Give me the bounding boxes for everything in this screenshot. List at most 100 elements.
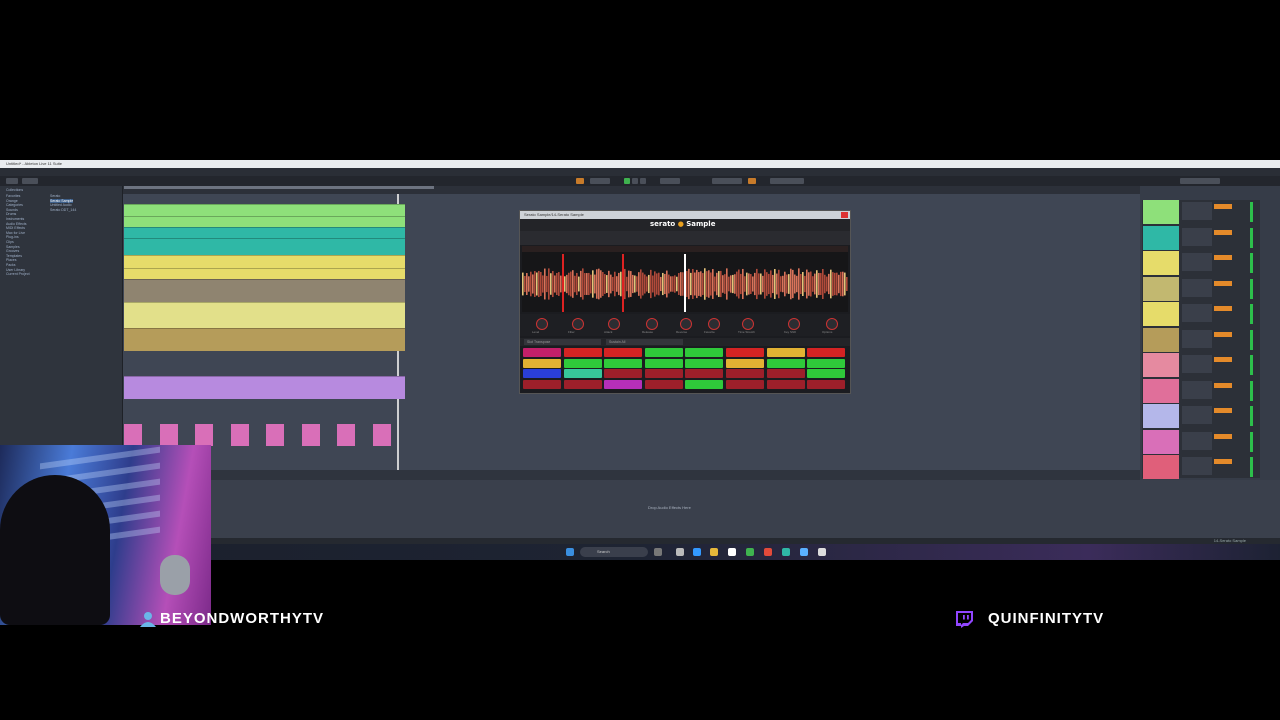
track-volume[interactable] bbox=[1214, 408, 1232, 413]
knob-reverse[interactable] bbox=[680, 318, 692, 330]
knob-attack[interactable] bbox=[608, 318, 620, 330]
sample-pad[interactable] bbox=[807, 348, 846, 357]
sample-pad[interactable] bbox=[523, 369, 561, 378]
record-button[interactable] bbox=[640, 178, 646, 184]
audio-clip[interactable] bbox=[124, 238, 405, 255]
knob-favorite[interactable] bbox=[708, 318, 720, 330]
browser-file[interactable]: Serato Sample bbox=[50, 198, 74, 203]
track-volume[interactable] bbox=[1214, 204, 1232, 209]
browser-item[interactable]: Orange bbox=[6, 199, 18, 203]
plugin-toolbar[interactable] bbox=[520, 231, 850, 245]
session-clip-slot[interactable] bbox=[1143, 404, 1179, 428]
track-io-routing[interactable] bbox=[1182, 329, 1212, 348]
sample-pad[interactable] bbox=[766, 348, 805, 357]
track-volume[interactable] bbox=[1214, 382, 1232, 388]
track-io-routing[interactable] bbox=[1182, 431, 1212, 450]
sample-pad[interactable] bbox=[766, 379, 805, 389]
play-button[interactable] bbox=[624, 178, 630, 184]
track-volume[interactable] bbox=[1214, 331, 1232, 337]
browser-item[interactable]: Max for Live bbox=[6, 231, 25, 235]
close-icon[interactable] bbox=[841, 212, 848, 218]
track-io-routing[interactable] bbox=[1182, 406, 1212, 424]
midi-clip[interactable] bbox=[195, 424, 213, 446]
audio-clip[interactable] bbox=[124, 279, 405, 302]
track-volume[interactable] bbox=[1214, 229, 1232, 235]
browser-item[interactable]: Sounds bbox=[6, 208, 18, 212]
tempo-field[interactable] bbox=[22, 178, 38, 184]
sample-pad[interactable] bbox=[766, 358, 805, 368]
track-io-routing[interactable] bbox=[1182, 355, 1212, 373]
sample-pad[interactable] bbox=[726, 358, 764, 368]
browser-item[interactable]: Current Project bbox=[6, 272, 30, 276]
app-icon-3[interactable] bbox=[800, 548, 808, 556]
browser-item[interactable]: Grooves bbox=[6, 249, 19, 253]
track-io-routing[interactable] bbox=[1182, 202, 1212, 220]
browser-item[interactable]: Categories bbox=[6, 203, 23, 207]
ableton-icon[interactable] bbox=[728, 548, 736, 556]
sample-pad[interactable] bbox=[644, 379, 683, 389]
sample-pad[interactable] bbox=[807, 369, 846, 378]
edge-icon[interactable] bbox=[693, 548, 701, 556]
sample-pad[interactable] bbox=[685, 369, 724, 378]
sample-pad[interactable] bbox=[726, 369, 764, 378]
browser-item[interactable]: MIDI Effects bbox=[6, 226, 25, 230]
sample-pad[interactable] bbox=[685, 358, 724, 368]
loop-toggle[interactable] bbox=[748, 178, 756, 184]
sample-pad[interactable] bbox=[604, 348, 643, 357]
track-io-routing[interactable] bbox=[1182, 253, 1212, 271]
sample-pad[interactable] bbox=[523, 379, 561, 389]
sample-pad[interactable] bbox=[563, 369, 602, 378]
serato-sample-plugin[interactable]: Serato Sample/14-Serato Sample serato ● … bbox=[519, 210, 851, 394]
app-icon-4[interactable] bbox=[818, 548, 826, 556]
stop-button[interactable] bbox=[632, 178, 638, 184]
track-io-routing[interactable] bbox=[1182, 304, 1212, 322]
session-clip-slot[interactable] bbox=[1143, 327, 1179, 352]
sample-pad[interactable] bbox=[644, 369, 683, 378]
knob-release[interactable] bbox=[646, 318, 658, 330]
knob-key-shift[interactable] bbox=[788, 318, 800, 330]
midi-clip[interactable] bbox=[372, 424, 391, 446]
loop-brace[interactable] bbox=[124, 186, 434, 189]
audio-clip[interactable] bbox=[124, 216, 405, 227]
audio-clip[interactable] bbox=[124, 227, 405, 238]
arrangement-record-button[interactable] bbox=[576, 178, 584, 184]
session-clip-slot[interactable] bbox=[1143, 251, 1179, 275]
track-volume[interactable] bbox=[1214, 306, 1232, 311]
browser-item[interactable]: Clips bbox=[6, 240, 14, 244]
session-clip-slot[interactable] bbox=[1143, 429, 1179, 454]
browser-item[interactable]: User Library bbox=[6, 268, 25, 272]
plugin-titlebar[interactable]: Serato Sample/14-Serato Sample bbox=[520, 211, 850, 219]
audio-clip[interactable] bbox=[124, 376, 405, 399]
browser-item[interactable]: Plug-ins bbox=[6, 235, 19, 239]
track-volume[interactable] bbox=[1214, 255, 1232, 260]
start-icon[interactable] bbox=[566, 548, 574, 556]
loop-start-field[interactable] bbox=[660, 178, 680, 184]
pad-control-dropdown[interactable]: Sustain All bbox=[606, 339, 683, 345]
sample-pad[interactable] bbox=[604, 379, 643, 389]
knob-level[interactable] bbox=[536, 318, 548, 330]
file-explorer-icon[interactable] bbox=[676, 548, 684, 556]
sample-pad[interactable] bbox=[523, 358, 561, 368]
tap-button[interactable] bbox=[6, 178, 18, 184]
punch-controls[interactable] bbox=[770, 178, 804, 184]
sample-pad[interactable] bbox=[563, 358, 602, 368]
sample-pad[interactable] bbox=[766, 369, 805, 378]
sample-pad[interactable] bbox=[685, 379, 724, 389]
sample-pad[interactable] bbox=[604, 369, 643, 378]
knob-filter[interactable] bbox=[572, 318, 584, 330]
position-field[interactable] bbox=[590, 178, 610, 184]
browser-item[interactable]: Instruments bbox=[6, 217, 24, 221]
session-clip-slot[interactable] bbox=[1143, 353, 1179, 377]
track-volume[interactable] bbox=[1214, 433, 1232, 439]
session-clip-slot[interactable] bbox=[1143, 302, 1179, 326]
sample-pad[interactable] bbox=[644, 348, 683, 357]
sample-pad[interactable] bbox=[726, 379, 764, 389]
browser-item[interactable]: Audio Effects bbox=[6, 222, 27, 226]
midi-clip[interactable] bbox=[124, 424, 142, 446]
taskbar-search[interactable]: Search bbox=[580, 547, 648, 557]
pad-control-dropdown[interactable]: Slot Transpose bbox=[524, 339, 601, 345]
audio-clip[interactable] bbox=[124, 204, 405, 216]
app-icon-2[interactable] bbox=[782, 548, 790, 556]
audio-clip[interactable] bbox=[124, 302, 405, 328]
device-detail-view[interactable]: Drop Audio Effects Here bbox=[211, 480, 1280, 540]
